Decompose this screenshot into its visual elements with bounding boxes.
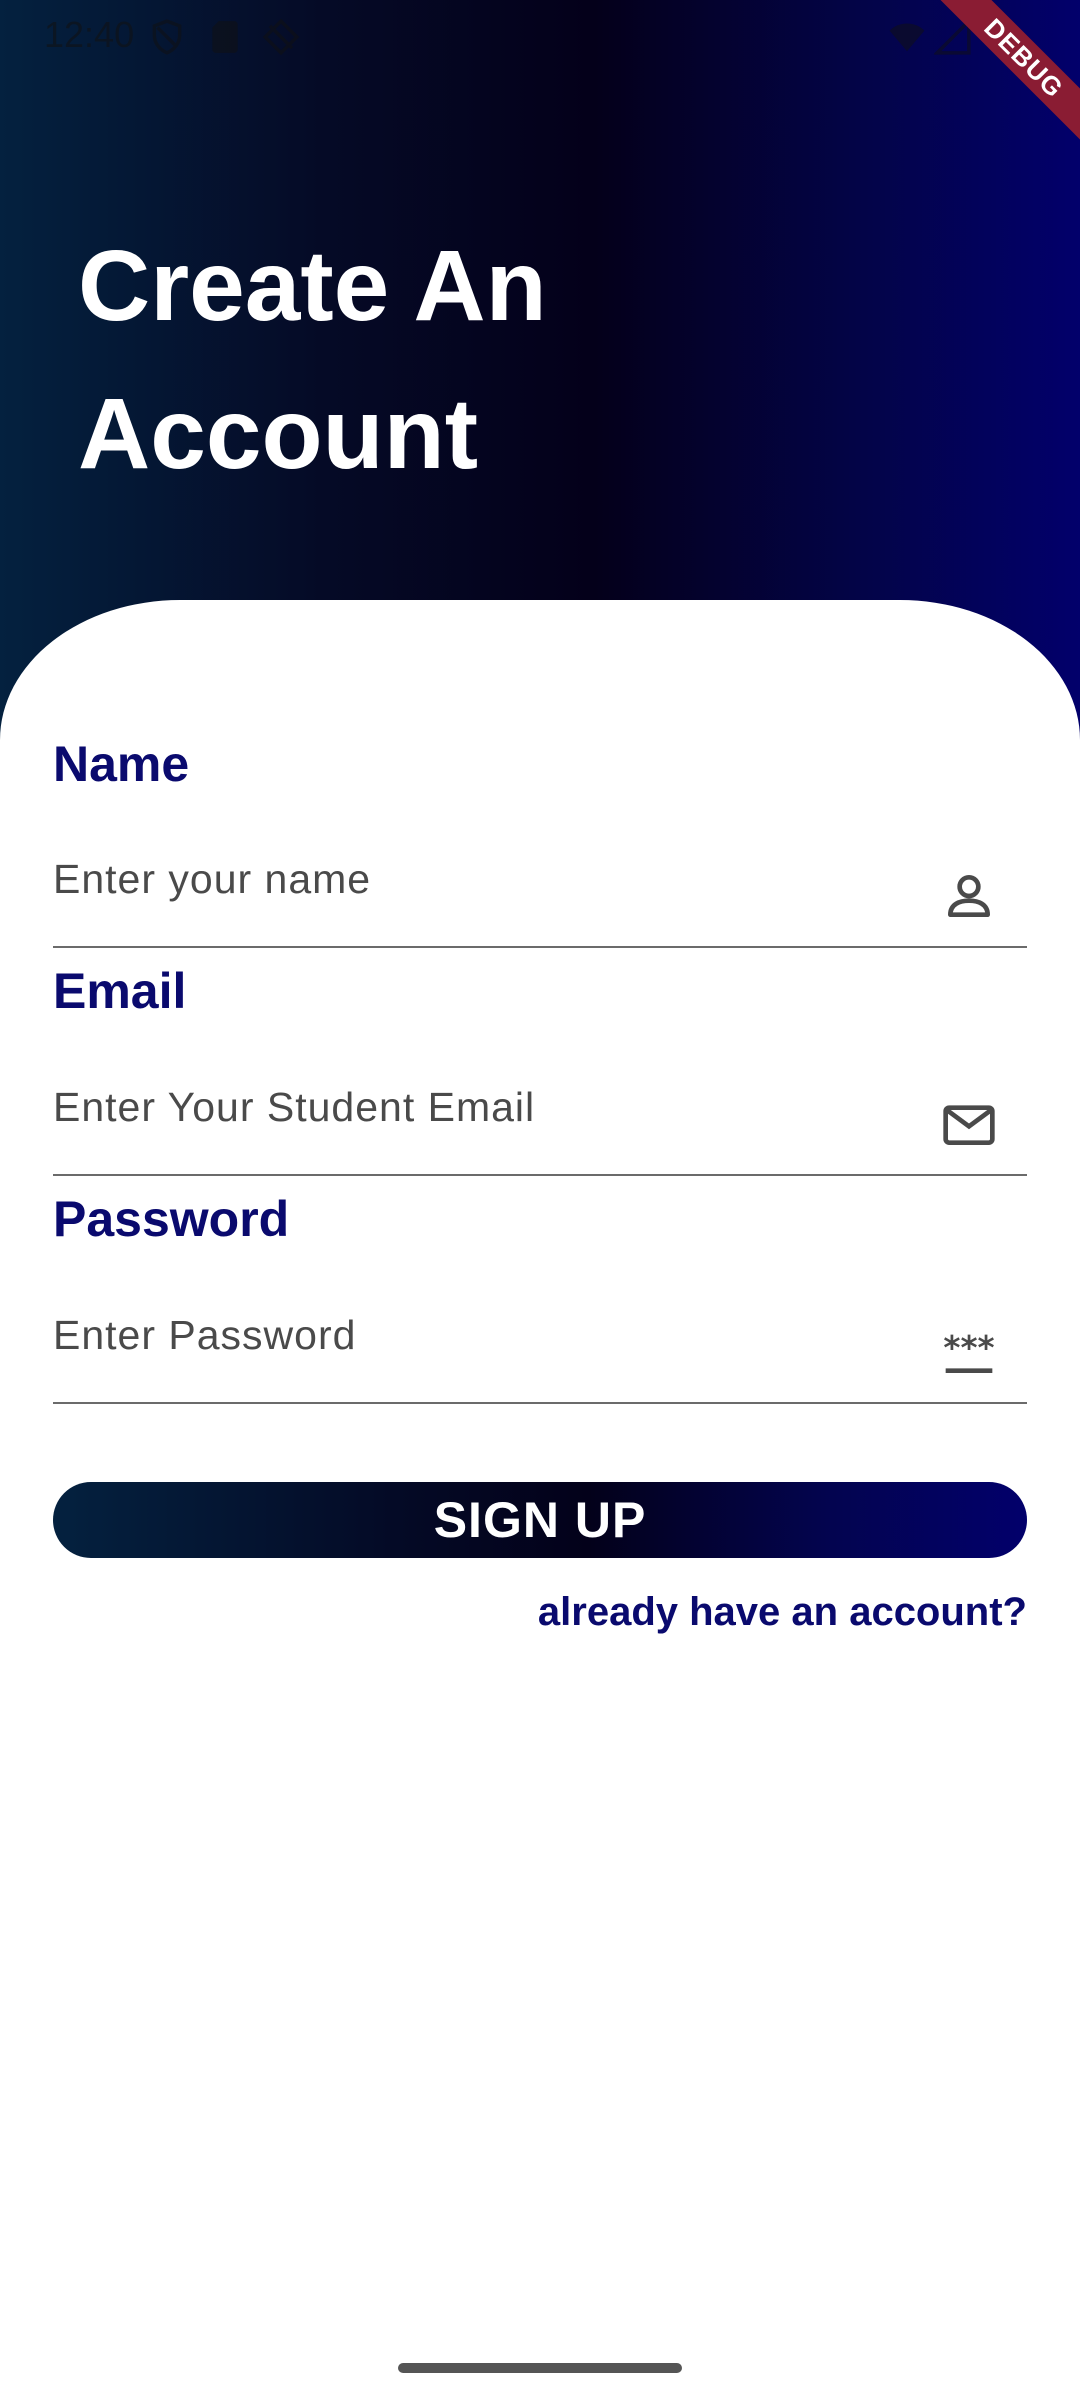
home-indicator[interactable]	[398, 2363, 682, 2373]
sd-card-icon	[212, 21, 238, 53]
status-bar: 12:40	[0, 0, 1080, 72]
location-off-icon	[262, 18, 300, 56]
password-field[interactable]: Enter Password ***	[53, 1294, 1027, 1404]
name-label: Name	[53, 736, 190, 792]
debug-banner: DEBUG	[930, 0, 1080, 150]
password-placeholder: Enter Password	[53, 1312, 357, 1358]
debug-banner-label: DEBUG	[930, 0, 1080, 150]
password-icon: ***	[943, 1329, 995, 1373]
mail-icon	[943, 1105, 995, 1145]
login-link[interactable]: already have an account?	[538, 1590, 1027, 1635]
name-field[interactable]: Enter your name	[53, 838, 1027, 948]
signup-button[interactable]: SIGN UP	[53, 1482, 1027, 1558]
shield-icon	[152, 19, 182, 55]
email-field[interactable]: Enter Your Student Email	[53, 1066, 1027, 1176]
password-label: Password	[53, 1191, 290, 1247]
page-title: Create An Account	[78, 230, 547, 490]
person-icon	[948, 875, 990, 917]
email-placeholder: Enter Your Student Email	[53, 1084, 536, 1130]
email-label: Email	[53, 963, 187, 1019]
svg-text:***: ***	[943, 1329, 994, 1367]
name-placeholder: Enter your name	[53, 856, 372, 902]
status-time: 12:40	[44, 14, 135, 55]
wifi-icon	[889, 23, 925, 52]
